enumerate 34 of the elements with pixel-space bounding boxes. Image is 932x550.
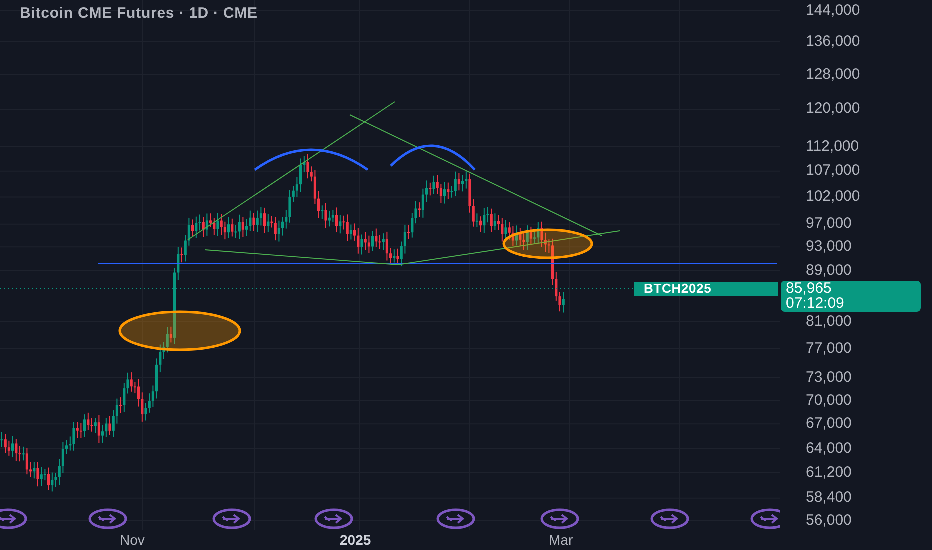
- price-label: 73,000: [806, 368, 852, 387]
- price-label: 93,000: [806, 238, 852, 256]
- event-icon[interactable]: [314, 508, 354, 530]
- symbol-tag: BTCH2025: [634, 282, 778, 296]
- price-label: 120,000: [806, 100, 860, 118]
- price-label: 58,400: [806, 489, 852, 508]
- price-label: 70,000: [806, 392, 852, 410]
- price-label: 136,000: [806, 32, 860, 51]
- price-label: 61,200: [806, 464, 852, 482]
- price-label: 81,000: [806, 312, 852, 331]
- event-icon[interactable]: [212, 508, 252, 530]
- last-price: 85,965: [786, 281, 833, 296]
- time-label: Nov: [120, 532, 145, 548]
- event-icon[interactable]: [0, 508, 28, 530]
- event-icon[interactable]: [436, 508, 476, 530]
- event-icon[interactable]: [650, 508, 690, 530]
- price-label: 97,000: [806, 215, 852, 234]
- price-label: 112,000: [806, 138, 860, 156]
- price-label: 67,000: [806, 415, 852, 434]
- price-label: 56,000: [806, 512, 852, 530]
- chart-title: Bitcoin CME Futures · 1D · CME: [20, 4, 258, 24]
- event-icon[interactable]: [540, 508, 580, 530]
- price-label: 107,000: [806, 162, 860, 180]
- price-label: 144,000: [806, 2, 860, 20]
- time-label: 2025: [340, 532, 372, 548]
- price-label: 89,000: [806, 262, 852, 280]
- price-label: 77,000: [806, 340, 852, 358]
- event-icon[interactable]: [88, 508, 128, 530]
- countdown-timer: 07:12:09: [786, 296, 846, 311]
- time-label: Mar: [549, 532, 574, 548]
- price-label: 128,000: [806, 66, 860, 84]
- event-icon[interactable]: [750, 508, 780, 530]
- price-label: 64,000: [806, 440, 852, 458]
- price-label: 102,000: [806, 188, 860, 206]
